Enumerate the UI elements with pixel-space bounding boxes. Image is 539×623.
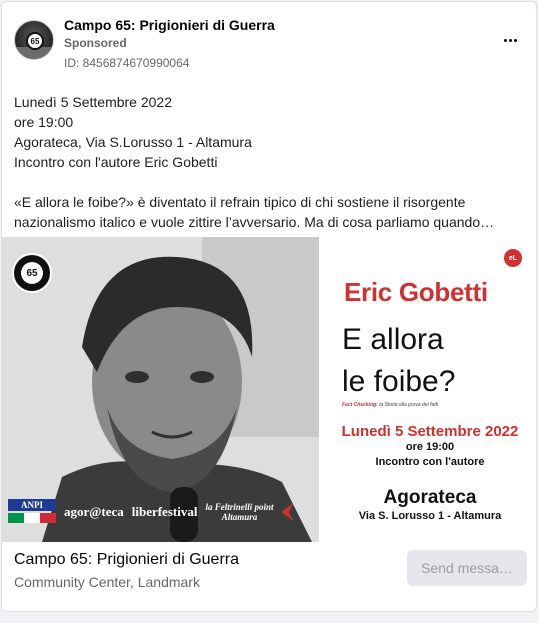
publisher-logo-icon: eL bbox=[504, 249, 522, 267]
body-line: Lunedì 5 Settembre 2022 bbox=[14, 94, 173, 110]
poster-address: Via S. Lorusso 1 - Altamura bbox=[358, 510, 502, 522]
italian-flag-icon bbox=[8, 513, 56, 523]
poster-title-line2: le foibe? bbox=[342, 365, 456, 398]
event-poster: eL Eric Gobetti E allora le foibe? Fact … bbox=[322, 237, 536, 542]
poster-date: Lunedì 5 Settembre 2022 bbox=[341, 423, 519, 440]
ad-creative-image[interactable]: 65 ANPI agor@teca liberfestival la Feltr… bbox=[2, 237, 536, 542]
sponsored-label[interactable]: Sponsored bbox=[64, 36, 127, 50]
campo65-logo-number: 65 bbox=[21, 262, 43, 284]
feltrinelli-arrow-icon bbox=[281, 503, 294, 521]
sponsored-post-card: 65 Campo 65: Prigionieri di Guerra Spons… bbox=[1, 1, 537, 612]
poster-subtitle-prefix: Fact Checking: bbox=[342, 402, 378, 408]
body-line: nazionalismo italico e vuole zittire l’a… bbox=[14, 214, 495, 230]
avatar-badge: 65 bbox=[26, 32, 44, 50]
poster-subtitle-rest: la Storia alla prova dei fatti bbox=[377, 402, 439, 408]
poster-meeting: Incontro con l'autore bbox=[375, 456, 485, 468]
poster-title-line1: E allora bbox=[342, 323, 444, 356]
campo65-logo: 65 bbox=[12, 253, 52, 293]
anpi-logo-text: ANPI bbox=[8, 499, 56, 511]
anpi-logo: ANPI bbox=[8, 499, 56, 525]
page-avatar[interactable]: 65 bbox=[14, 20, 54, 60]
more-horizontal-icon bbox=[508, 38, 512, 42]
body-line: Incontro con l'autore Eric Gobetti bbox=[14, 154, 218, 170]
poster-author: Eric Gobetti bbox=[344, 277, 488, 307]
more-horizontal-icon bbox=[503, 38, 507, 42]
poster-venue: Agorateca bbox=[383, 487, 477, 508]
author-photo: 65 ANPI agor@teca liberfestival la Feltr… bbox=[2, 237, 319, 542]
ad-id: ID: 8456874670990064 bbox=[64, 56, 190, 70]
footer-page-name[interactable]: Campo 65: Prigionieri di Guerra bbox=[14, 551, 239, 569]
page-name-link[interactable]: Campo 65: Prigionieri di Guerra bbox=[64, 17, 275, 33]
footer-category: Community Center, Landmark bbox=[14, 574, 200, 590]
sponsor-logos: ANPI agor@teca liberfestival la Feltrine… bbox=[2, 496, 319, 528]
poster-time: ore 19:00 bbox=[405, 441, 455, 453]
feltrinelli-logo: la Feltrinelli point Altamura bbox=[205, 502, 273, 522]
poster-subtitle: Fact Checking: la Storia alla prova dei … bbox=[342, 402, 438, 408]
body-line: Agorateca, Via S.Lorusso 1 - Altamura bbox=[14, 134, 252, 150]
send-message-button[interactable]: Send messa… bbox=[407, 550, 527, 586]
post-body-text: Lunedì 5 Settembre 2022 ore 19:00 Agorat… bbox=[14, 92, 529, 232]
feltrinelli-line2: Altamura bbox=[221, 512, 258, 522]
body-line: ore 19:00 bbox=[14, 114, 74, 130]
more-options-button[interactable] bbox=[498, 30, 522, 50]
post-footer: Campo 65: Prigionieri di Guerra Communit… bbox=[2, 542, 536, 602]
post-header: 65 Campo 65: Prigionieri di Guerra Spons… bbox=[2, 2, 536, 78]
body-line: «E allora le foibe?» è diventato il refr… bbox=[14, 194, 466, 210]
feltrinelli-line1: la Feltrinelli point bbox=[205, 502, 274, 512]
more-horizontal-icon bbox=[513, 38, 517, 42]
liberfestival-logo: liberfestival bbox=[131, 504, 198, 519]
agorateca-logo: agor@teca bbox=[64, 504, 124, 519]
